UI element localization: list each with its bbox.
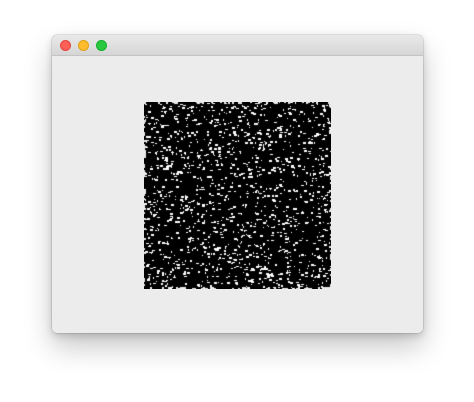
window-content bbox=[52, 56, 423, 333]
noise-image bbox=[144, 102, 331, 289]
close-button[interactable] bbox=[60, 40, 71, 51]
maximize-button[interactable] bbox=[96, 40, 107, 51]
title-bar[interactable] bbox=[52, 35, 423, 56]
app-window bbox=[52, 35, 423, 333]
minimize-button[interactable] bbox=[78, 40, 89, 51]
